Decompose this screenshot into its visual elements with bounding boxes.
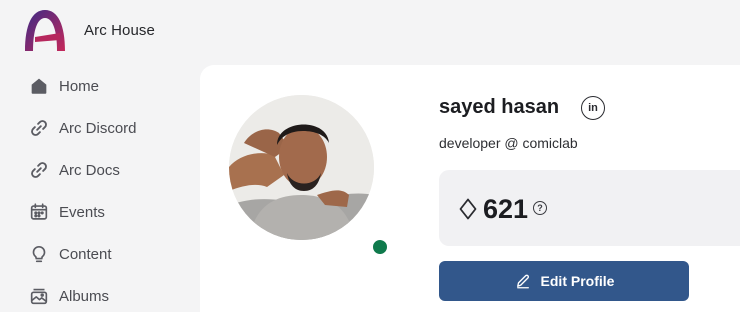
sidebar-item-label: Albums	[59, 287, 110, 305]
brand[interactable]: Arc House	[22, 7, 155, 53]
sidebar-item-arc-docs[interactable]: Arc Docs	[28, 149, 198, 191]
app-title: Arc House	[84, 21, 155, 39]
gem-icon	[459, 198, 477, 220]
sidebar-item-home[interactable]: Home	[28, 65, 198, 107]
points-panel: 621 ?	[439, 170, 740, 246]
sidebar-nav: Home Arc Discord Arc Docs Events Content…	[28, 65, 198, 312]
sidebar-item-label: Content	[59, 245, 112, 263]
sidebar-item-label: Events	[59, 203, 105, 221]
album-icon	[28, 285, 50, 307]
linkedin-button[interactable]: in	[581, 96, 605, 120]
calendar-icon	[28, 201, 50, 223]
link-icon	[28, 117, 50, 139]
sidebar-item-albums[interactable]: Albums	[28, 275, 198, 312]
profile-bio: developer @ comiclab	[439, 135, 578, 151]
edit-profile-button[interactable]: Edit Profile	[439, 261, 689, 301]
sidebar-item-arc-discord[interactable]: Arc Discord	[28, 107, 198, 149]
online-status-indicator	[369, 236, 391, 258]
profile-name: sayed hasan	[439, 96, 560, 118]
sidebar-item-label: Arc Docs	[59, 161, 120, 179]
profile-card: sayed hasan in developer @ comiclab 621 …	[200, 65, 740, 312]
sidebar-item-events[interactable]: Events	[28, 191, 198, 233]
points-value: 621	[483, 194, 529, 224]
link-icon	[28, 159, 50, 181]
lightbulb-icon	[28, 243, 50, 265]
sidebar-item-label: Arc Discord	[59, 119, 137, 137]
edit-profile-label: Edit Profile	[540, 273, 615, 289]
avatar-container	[229, 95, 391, 258]
sidebar-item-label: Home	[59, 77, 100, 95]
arc-house-logo	[25, 10, 65, 51]
pencil-icon	[516, 274, 529, 289]
home-icon	[28, 75, 50, 97]
help-icon[interactable]: ?	[533, 201, 547, 215]
sidebar-item-content[interactable]: Content	[28, 233, 198, 275]
avatar[interactable]	[229, 95, 374, 240]
